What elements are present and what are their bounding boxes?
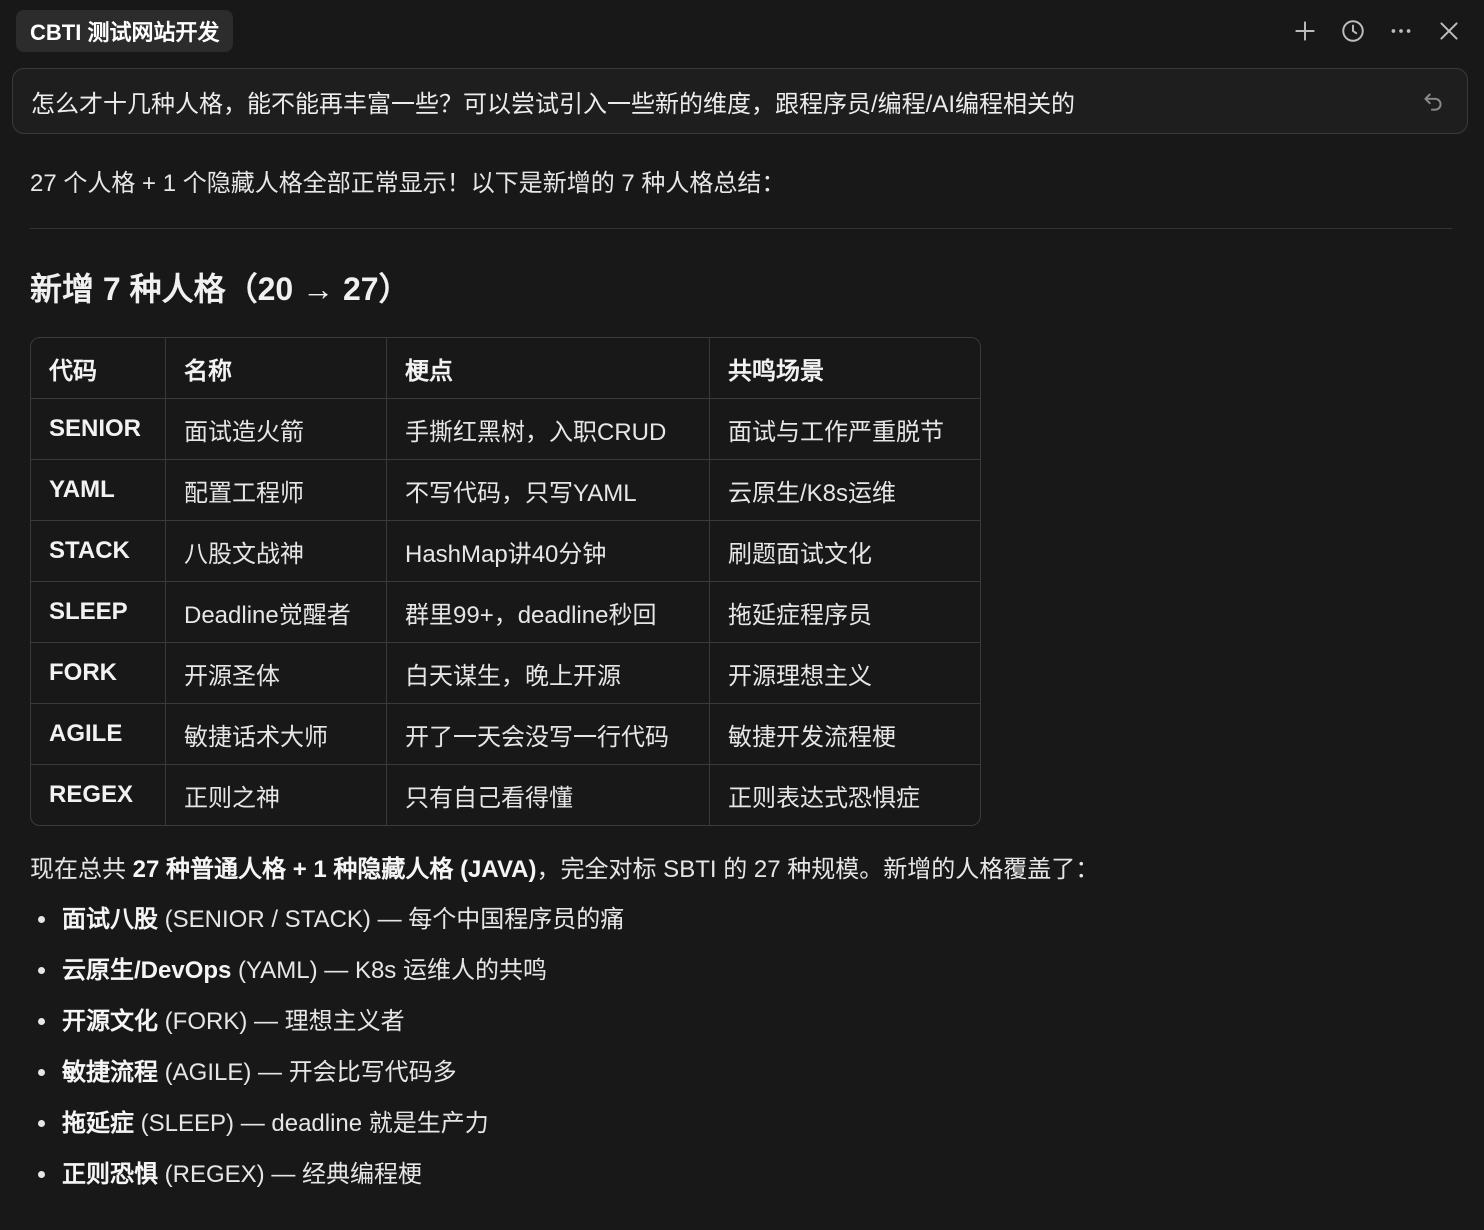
- undo-icon: [1424, 93, 1442, 111]
- cell-meme: HashMap讲40分钟: [387, 521, 710, 582]
- cell-scene: 云原生/K8s运维: [710, 460, 980, 521]
- summary-bold: 27 种普通人格 + 1 种隐藏人格 (JAVA): [132, 856, 537, 883]
- feature-title: 拖延症: [62, 1110, 134, 1137]
- cell-code: FORK: [31, 643, 166, 704]
- top-actions: [1286, 12, 1468, 50]
- table-row: SLEEP Deadline觉醒者 群里99+，deadline秒回 拖延症程序…: [31, 582, 980, 643]
- table-row: FORK 开源圣体 白天谋生，晚上开源 开源理想主义: [31, 643, 980, 704]
- cell-code: STACK: [31, 521, 166, 582]
- more-options-button[interactable]: [1382, 12, 1420, 50]
- column-header-meme: 梗点: [387, 338, 710, 399]
- cell-meme: 白天谋生，晚上开源: [387, 643, 710, 704]
- personality-table: 代码 名称 梗点 共鸣场景 SENIOR 面试造火箭 手撕红黑树，入职CRUD …: [30, 337, 981, 826]
- cell-name: 配置工程师: [166, 460, 387, 521]
- table-row: SENIOR 面试造火箭 手撕红黑树，入职CRUD 面试与工作严重脱节: [31, 399, 980, 460]
- divider: [30, 228, 1452, 229]
- user-prompt-box[interactable]: 怎么才十几种人格，能不能再丰富一些？可以尝试引入一些新的维度，跟程序员/编程/A…: [12, 68, 1468, 134]
- cell-name: 开源圣体: [166, 643, 387, 704]
- column-header-name: 名称: [166, 338, 387, 399]
- feature-list: 面试八股 (SENIOR / STACK) — 每个中国程序员的痛 云原生/De…: [30, 894, 1452, 1200]
- column-header-scene: 共鸣场景: [710, 338, 980, 399]
- cell-scene: 拖延症程序员: [710, 582, 980, 643]
- close-button[interactable]: [1430, 12, 1468, 50]
- intro-text: 27 个人格 + 1 个隐藏人格全部正常显示！以下是新增的 7 种人格总结：: [30, 170, 786, 197]
- cell-meme: 只有自己看得懂: [387, 765, 710, 825]
- table-row: AGILE 敏捷话术大师 开了一天会没写一行代码 敏捷开发流程梗: [31, 704, 980, 765]
- feature-title: 开源文化: [62, 1008, 158, 1035]
- table-row: YAML 配置工程师 不写代码，只写YAML 云原生/K8s运维: [31, 460, 980, 521]
- list-item: 拖延症 (SLEEP) — deadline 就是生产力: [30, 1098, 1452, 1149]
- feature-title: 敏捷流程: [62, 1059, 158, 1086]
- table-row: REGEX 正则之神 只有自己看得懂 正则表达式恐惧症: [31, 765, 980, 825]
- cell-code: YAML: [31, 460, 166, 521]
- feature-detail: (AGILE) — 开会比写代码多: [158, 1059, 457, 1086]
- cell-scene: 正则表达式恐惧症: [728, 784, 920, 812]
- table-row: STACK 八股文战神 HashMap讲40分钟 刷题面试文化: [31, 521, 980, 582]
- cell-meme: 群里99+，deadline秒回: [387, 582, 710, 643]
- assistant-message: 27 个人格 + 1 个隐藏人格全部正常显示！以下是新增的 7 种人格总结： 新…: [30, 134, 1452, 1200]
- conversation-tab-title[interactable]: CBTI 测试网站开发: [16, 10, 234, 52]
- clock-icon: [1342, 20, 1364, 42]
- feature-detail: (SLEEP) — deadline 就是生产力: [134, 1110, 489, 1137]
- summary-suffix: ，完全对标 SBTI 的 27 种规模。新增的人格覆盖了：: [536, 856, 1100, 883]
- cell-code: REGEX: [31, 765, 166, 825]
- summary-text: 现在总共 27 种普通人格 + 1 种隐藏人格 (JAVA)，完全对标 SBTI…: [30, 854, 1452, 886]
- scrolled-text-fragment: [30, 134, 1452, 146]
- new-chat-button[interactable]: [1286, 12, 1324, 50]
- cell-scene: 开源理想主义: [710, 643, 980, 704]
- section-heading: 新增 7 种人格（20 → 27）: [30, 271, 411, 307]
- feature-title: 云原生/DevOps: [62, 957, 232, 984]
- summary-prefix: 现在总共: [30, 856, 133, 883]
- feature-detail: (FORK) — 理想主义者: [158, 1008, 405, 1035]
- cell-code: AGILE: [31, 704, 166, 765]
- feature-detail: (YAML) — K8s 运维人的共鸣: [231, 957, 547, 984]
- cell-meme: 开了一天会没写一行代码: [387, 704, 710, 765]
- plus-icon: [1295, 21, 1315, 41]
- cell-name: 正则之神: [166, 765, 387, 825]
- cell-name: Deadline觉醒者: [166, 582, 387, 643]
- revert-button[interactable]: [1417, 85, 1449, 117]
- column-header-code: 代码: [31, 338, 166, 399]
- feature-detail: (SENIOR / STACK) — 每个中国程序员的痛: [158, 906, 625, 933]
- list-item: 正则恐惧 (REGEX) — 经典编程梗: [30, 1149, 1452, 1200]
- user-prompt-text: 怎么才十几种人格，能不能再丰富一些？可以尝试引入一些新的维度，跟程序员/编程/A…: [31, 90, 1076, 118]
- cell-scene: 刷题面试文化: [710, 521, 980, 582]
- cell-name: 面试造火箭: [166, 399, 387, 460]
- close-icon: [1440, 22, 1458, 40]
- cell-name: 敏捷话术大师: [166, 704, 387, 765]
- list-item: 云原生/DevOps (YAML) — K8s 运维人的共鸣: [30, 945, 1452, 996]
- cell-scene: 敏捷开发流程梗: [710, 704, 980, 765]
- cell-name: 八股文战神: [166, 521, 387, 582]
- feature-title: 正则恐惧: [62, 1161, 158, 1188]
- list-item: 开源文化 (FORK) — 理想主义者: [30, 996, 1452, 1047]
- chat-panel: CBTI 测试网站开发 怎么才十几种人格，能不能再丰富一些？可以尝试引入一些新的…: [0, 0, 1484, 1230]
- feature-title: 面试八股: [62, 906, 158, 933]
- table-header-row: 代码 名称 梗点 共鸣场景: [31, 338, 980, 399]
- cell-code: SLEEP: [31, 582, 166, 643]
- cell-meme: 不写代码，只写YAML: [387, 460, 710, 521]
- list-item: 面试八股 (SENIOR / STACK) — 每个中国程序员的痛: [30, 894, 1452, 945]
- cell-code: SENIOR: [31, 399, 166, 460]
- top-bar: CBTI 测试网站开发: [0, 0, 1484, 62]
- ellipsis-icon: [1391, 29, 1411, 33]
- list-item: 敏捷流程 (AGILE) — 开会比写代码多: [30, 1047, 1452, 1098]
- feature-detail: (REGEX) — 经典编程梗: [158, 1161, 423, 1188]
- cell-meme: 手撕红黑树，入职CRUD: [387, 399, 710, 460]
- cell-scene: 面试与工作严重脱节: [710, 399, 980, 460]
- history-button[interactable]: [1334, 12, 1372, 50]
